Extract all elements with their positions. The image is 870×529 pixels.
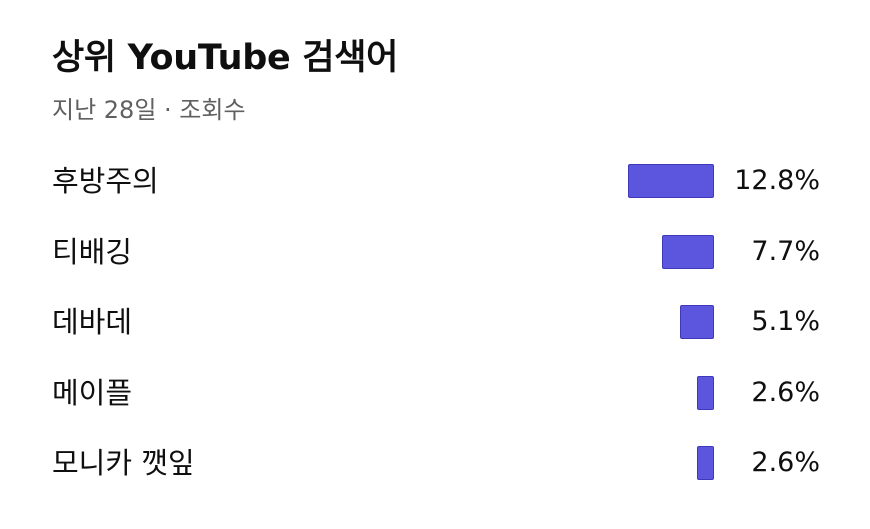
share-bar-track <box>624 163 714 199</box>
search-term-label: 모니카 깻잎 <box>52 446 195 481</box>
share-bar <box>628 164 714 199</box>
card-subtitle: 지난 28일 · 조회수 <box>52 96 246 124</box>
search-term-row: 티배깅 7.7% <box>52 217 820 288</box>
share-bar-track <box>624 304 714 340</box>
share-value: 2.6% <box>751 447 820 479</box>
search-term-row: 후방주의 12.8% <box>52 146 820 217</box>
share-value: 12.8% <box>734 165 820 197</box>
card-title: 상위 YouTube 검색어 <box>52 38 399 78</box>
share-bar-track <box>624 234 714 270</box>
search-term-label: 데바데 <box>52 305 133 340</box>
search-term-row: 모니카 깻잎 2.6% <box>52 428 820 499</box>
search-term-label: 티배깅 <box>52 234 133 269</box>
share-value: 7.7% <box>751 235 820 267</box>
top-search-terms-card: 상위 YouTube 검색어 지난 28일 · 조회수 후방주의 12.8% 티… <box>0 0 870 529</box>
share-bar-track <box>624 445 714 481</box>
share-bar <box>680 305 714 340</box>
share-value: 5.1% <box>751 306 820 338</box>
search-term-row: 메이플 2.6% <box>52 358 820 429</box>
share-bar <box>697 375 714 410</box>
share-bar <box>697 446 714 481</box>
search-term-label: 메이플 <box>52 375 133 410</box>
share-value: 2.6% <box>751 376 820 408</box>
share-bar-track <box>624 375 714 411</box>
share-bar <box>662 234 714 269</box>
search-terms-list: 후방주의 12.8% 티배깅 7.7% 데바데 5.1% 메이플 2.6% 모니… <box>52 146 820 499</box>
search-term-row: 데바데 5.1% <box>52 287 820 358</box>
search-term-label: 후방주의 <box>52 164 159 199</box>
